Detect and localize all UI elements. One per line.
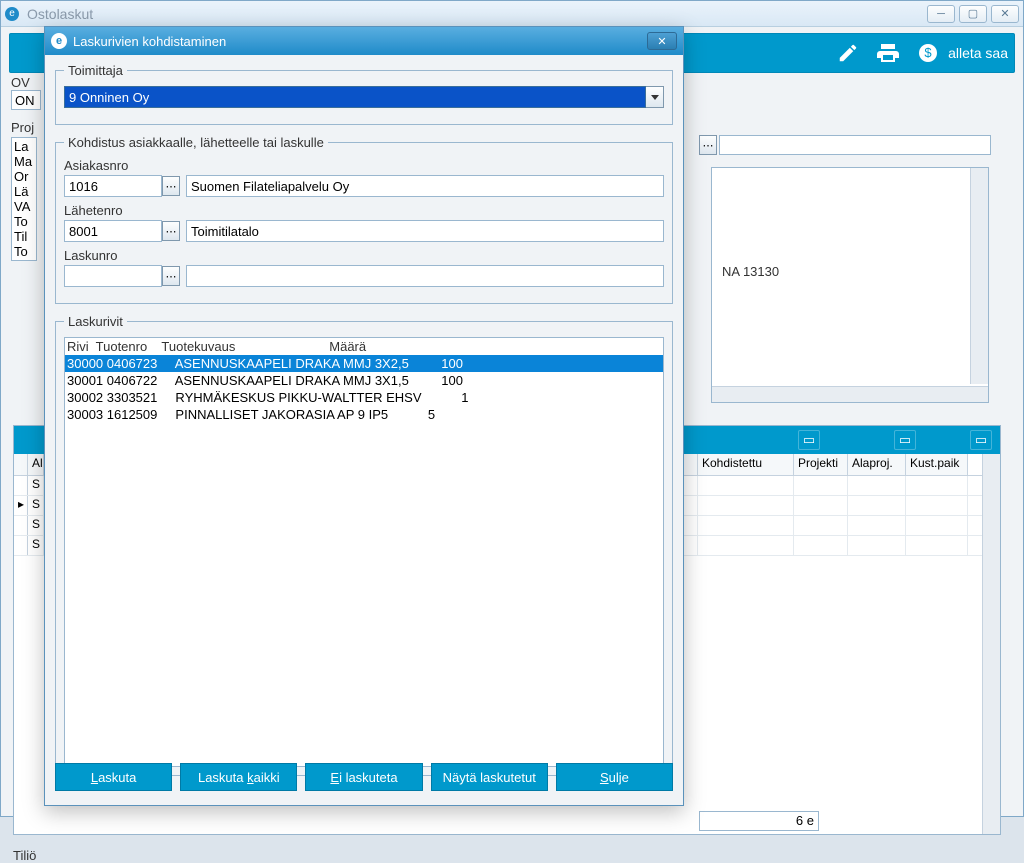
total-field: 6 e xyxy=(699,811,819,831)
supplier-legend: Toimittaja xyxy=(64,63,127,78)
delivery-no-lookup-button[interactable]: ⋯ xyxy=(162,221,180,241)
rows-fieldset: Laskurivit Rivi Tuotenro Tuotekuvaus Mää… xyxy=(55,314,673,776)
tilio-label: Tiliö xyxy=(13,848,36,863)
rows-listbox[interactable]: Rivi Tuotenro Tuotekuvaus Määrä30000 040… xyxy=(64,337,664,767)
parent-window-title: Ostolaskut xyxy=(23,6,923,22)
maximize-button[interactable]: ▢ xyxy=(959,5,987,23)
delivery-no-label: Lähetenro xyxy=(64,203,664,218)
proj-label: Proj xyxy=(11,120,41,135)
lookup-input[interactable] xyxy=(719,135,991,155)
grid-cell: S xyxy=(28,516,44,535)
grid-header[interactable]: Kust.paik xyxy=(906,454,968,475)
rows-line[interactable]: 30003 1612509 PINNALLISET JAKORASIA AP 9… xyxy=(65,406,663,423)
delivery-no-input[interactable] xyxy=(64,220,162,242)
do-not-invoice-button[interactable]: Ei laskuteta xyxy=(305,763,422,791)
grid-header[interactable]: Al xyxy=(28,454,44,475)
invoice-button[interactable]: Laskuta xyxy=(55,763,172,791)
globe-dollar-icon[interactable]: $ xyxy=(914,39,942,67)
rows-line[interactable]: 30000 0406723 ASENNUSKAAPELI DRAKA MMJ 3… xyxy=(65,355,663,372)
show-invoiced-button[interactable]: Näytä laskutetut xyxy=(431,763,548,791)
list-item[interactable]: Ma xyxy=(14,154,34,169)
rows-legend: Laskurivit xyxy=(64,314,127,329)
allocate-invoice-rows-dialog: e Laskurivien kohdistaminen ✕ Toimittaja… xyxy=(44,26,684,806)
grid-cell: S xyxy=(28,536,44,555)
total-value: 6 e xyxy=(796,813,814,828)
ov-label: OV xyxy=(11,75,41,90)
close-dialog-button[interactable]: Sulje xyxy=(556,763,673,791)
customer-no-input[interactable] xyxy=(64,175,162,197)
customer-no-lookup-button[interactable]: ⋯ xyxy=(162,176,180,196)
rows-line[interactable]: 30001 0406722 ASENNUSKAAPELI DRAKA MMJ 3… xyxy=(65,372,663,389)
target-fieldset: Kohdistus asiakkaalle, lähetteelle tai l… xyxy=(55,135,673,304)
invoice-all-button[interactable]: Laskuta kaikki xyxy=(180,763,297,791)
grid-header[interactable]: Projekti xyxy=(794,454,848,475)
toolbar-right-label: alleta saa xyxy=(948,45,1008,61)
supplier-combo-button[interactable] xyxy=(646,86,664,108)
dialog-icon: e xyxy=(51,33,67,49)
info-text: NA 13130 xyxy=(712,256,988,287)
delivery-name-display xyxy=(186,220,664,242)
dialog-button-row: Laskuta Laskuta kaikki Ei laskuteta Näyt… xyxy=(55,763,673,795)
chevron-down-icon xyxy=(651,95,659,100)
grid-header[interactable]: Kohdistettu xyxy=(698,454,794,475)
target-legend: Kohdistus asiakkaalle, lähetteelle tai l… xyxy=(64,135,328,150)
grid-toolbar-button[interactable]: ▭ xyxy=(894,430,916,450)
dialog-titlebar: e Laskurivien kohdistaminen ✕ xyxy=(45,27,683,55)
invoice-no-label: Laskunro xyxy=(64,248,664,263)
list-item[interactable]: Lä xyxy=(14,184,34,199)
grid-cell: S xyxy=(28,476,44,495)
grid-scrollbar-vertical[interactable] xyxy=(982,454,1000,834)
rows-header: Rivi Tuotenro Tuotekuvaus Määrä xyxy=(65,338,663,355)
list-item[interactable]: Or xyxy=(14,169,34,184)
dialog-close-button[interactable]: ✕ xyxy=(647,32,677,50)
scrollbar-vertical[interactable] xyxy=(970,168,988,384)
show-invoiced-label: Näytä laskutetut xyxy=(443,770,536,785)
list-item[interactable]: Til xyxy=(14,229,34,244)
grid-header-selector xyxy=(14,454,28,475)
ov-input[interactable] xyxy=(11,90,41,110)
supplier-combo-value: 9 Onninen Oy xyxy=(69,90,149,105)
list-item[interactable]: VA xyxy=(14,199,34,214)
supplier-fieldset: Toimittaja 9 Onninen Oy xyxy=(55,63,673,125)
list-item[interactable]: To xyxy=(14,214,34,229)
grid-toolbar-button[interactable]: ▭ xyxy=(970,430,992,450)
info-text-box: NA 13130 xyxy=(711,167,989,403)
printer-icon[interactable] xyxy=(874,39,902,67)
app-icon: e xyxy=(5,7,19,21)
grid-header[interactable]: Alaproj. xyxy=(848,454,906,475)
grid-toolbar-button[interactable]: ▭ xyxy=(798,430,820,450)
rows-line[interactable]: 30002 3303521 RYHMÄKESKUS PIKKU-WALTTER … xyxy=(65,389,663,406)
list-item[interactable]: La xyxy=(14,139,34,154)
svg-text:$: $ xyxy=(924,45,932,60)
customer-no-label: Asiakasnro xyxy=(64,158,664,173)
grid-cell: S xyxy=(28,496,44,515)
lookup-button[interactable]: ⋯ xyxy=(699,135,717,155)
scrollbar-horizontal[interactable] xyxy=(712,386,988,402)
minimize-button[interactable]: ─ xyxy=(927,5,955,23)
list-item[interactable]: To xyxy=(14,244,34,259)
dialog-title: Laskurivien kohdistaminen xyxy=(73,34,647,49)
customer-name-display xyxy=(186,175,664,197)
edit-icon[interactable] xyxy=(834,39,862,67)
left-mini-list[interactable]: La Ma Or Lä VA To Til To xyxy=(11,137,37,261)
invoice-no-lookup-button[interactable]: ⋯ xyxy=(162,266,180,286)
invoice-name-display xyxy=(186,265,664,287)
invoice-no-input[interactable] xyxy=(64,265,162,287)
close-button[interactable]: ✕ xyxy=(991,5,1019,23)
parent-titlebar: e Ostolaskut ─ ▢ ✕ xyxy=(1,1,1023,27)
supplier-combo[interactable]: 9 Onninen Oy xyxy=(64,86,646,108)
